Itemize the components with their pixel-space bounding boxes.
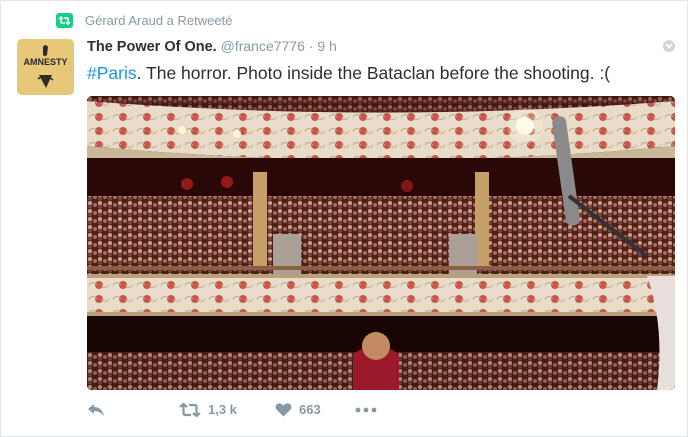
retweet-context: Gérard Araud a Retweeté xyxy=(56,13,232,28)
tweet-text: #Paris. The horror. Photo inside the Bat… xyxy=(87,63,610,84)
hashtag-link[interactable]: #Paris xyxy=(87,63,137,83)
concert-hall-photo xyxy=(87,96,675,390)
author-handle[interactable]: @france7776 xyxy=(221,38,305,54)
more-options-chevron-icon[interactable] xyxy=(663,40,675,52)
heart-icon xyxy=(275,403,292,417)
tweet-timestamp[interactable]: 9 h xyxy=(317,38,336,54)
like-count: 663 xyxy=(299,402,321,417)
header-separator: · xyxy=(308,38,314,54)
tweet-actions: 1,3 k 663 xyxy=(87,402,377,417)
retweet-icon xyxy=(179,402,201,417)
retweet-button[interactable]: 1,3 k xyxy=(179,402,275,417)
tweet-photo[interactable] xyxy=(87,96,675,390)
tweet-header: The Power Of One. @france7776 · 9 h xyxy=(87,38,337,55)
like-button[interactable]: 663 xyxy=(275,402,355,417)
tweet-text-body: . The horror. Photo inside the Bataclan … xyxy=(136,63,611,83)
reply-button[interactable] xyxy=(87,403,179,417)
reply-icon xyxy=(88,403,104,416)
avatar-text: AMNESTY xyxy=(23,57,67,67)
avatar[interactable]: AMNESTY xyxy=(17,39,74,95)
retweet-count: 1,3 k xyxy=(208,402,237,417)
more-icon xyxy=(355,407,377,412)
retweet-context-icon xyxy=(56,13,73,28)
tweet-card[interactable]: Gérard Araud a Retweeté AMNESTY The Powe… xyxy=(0,0,688,437)
retweet-context-text[interactable]: Gérard Araud a Retweeté xyxy=(85,13,232,28)
more-button[interactable] xyxy=(355,407,377,413)
author-name[interactable]: The Power Of One. xyxy=(87,39,217,55)
